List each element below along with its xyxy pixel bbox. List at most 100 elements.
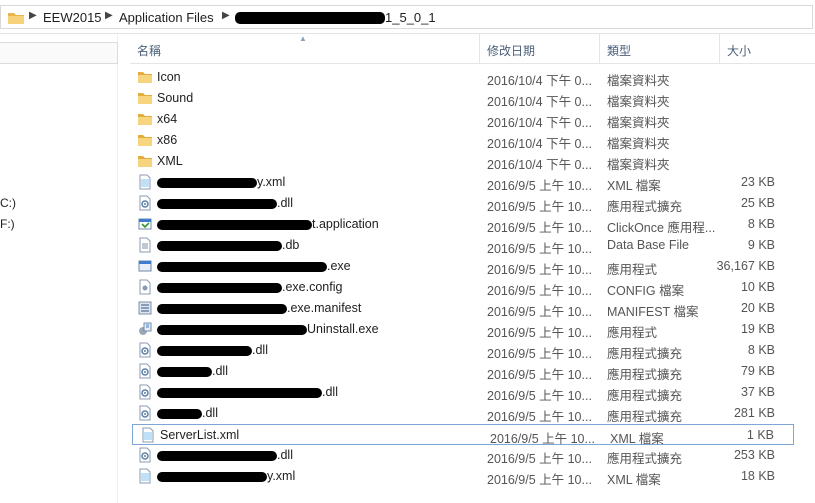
folder-row[interactable]: Sound 2016/10/4 下午 0... 檔案資料夾	[130, 88, 795, 109]
application-manifest-icon	[137, 216, 153, 232]
file-name: .dll	[277, 196, 293, 210]
file-row[interactable]: t.application 2016/9/5 上午 10... ClickOnce …	[130, 214, 795, 235]
file-type: CONFIG 檔案	[607, 284, 685, 298]
nav-item-drive-f[interactable]: F:)	[0, 217, 15, 231]
file-size: 36,167 KB	[716, 259, 775, 273]
xml-file-icon	[140, 427, 156, 443]
file-modified-date: 2016/9/5 上午 10...	[487, 452, 592, 466]
file-type: 應用程式擴充	[607, 452, 683, 466]
folder-row[interactable]: XML 2016/10/4 下午 0... 檔案資料夾	[130, 151, 795, 172]
file-size: 8 KB	[747, 343, 775, 357]
folder-row[interactable]: Icon 2016/10/4 下午 0... 檔案資料夾	[130, 67, 795, 88]
file-size: 19 KB	[740, 322, 775, 336]
redaction	[157, 178, 257, 188]
file-type: XML 檔案	[607, 473, 661, 487]
folder-row[interactable]: x64 2016/10/4 下午 0... 檔案資料夾	[130, 109, 795, 130]
nav-item-drive-c[interactable]: C:)	[0, 196, 16, 210]
file-size: 25 KB	[740, 196, 775, 210]
file-name: .db	[282, 238, 300, 252]
file-name: Uninstall.exe	[307, 322, 379, 336]
file-size: 253 KB	[733, 448, 775, 462]
file-type: 應用程式擴充	[607, 410, 683, 424]
redaction	[157, 241, 282, 251]
dll-file-icon	[137, 384, 153, 400]
file-name: .exe.manifest	[287, 301, 362, 315]
file-type: MANIFEST 檔案	[607, 305, 699, 319]
redaction	[157, 409, 202, 419]
file-size: 8 KB	[747, 217, 775, 231]
column-divider[interactable]	[719, 34, 720, 64]
dll-file-icon	[137, 447, 153, 463]
file-row[interactable]: Uninstall.exe 2016/9/5 上午 10... 應用程式 19 KB	[130, 319, 795, 340]
file-modified-date: 2016/9/5 上午 10...	[487, 410, 592, 424]
file-name: ServerList.xml	[160, 428, 240, 442]
column-divider[interactable]	[599, 34, 600, 64]
file-modified-date: 2016/10/4 下午 0...	[487, 116, 592, 130]
file-name: x86	[157, 133, 178, 147]
dll-file-icon	[137, 195, 153, 211]
column-header-name[interactable]: 名稱	[137, 42, 161, 59]
xml-file-icon	[137, 174, 153, 190]
file-row[interactable]: .dll 2016/9/5 上午 10... 應用程式擴充 25 KB	[130, 193, 795, 214]
folder-icon	[137, 132, 153, 148]
file-modified-date: 2016/9/5 上午 10...	[487, 263, 592, 277]
breadcrumb-item-eew2015[interactable]: EEW2015	[43, 10, 102, 25]
file-row[interactable]: .exe 2016/9/5 上午 10... 應用程式 36,167 KB	[130, 256, 795, 277]
file-row[interactable]: y.xml 2016/9/5 上午 10... XML 檔案 23 KB	[130, 172, 795, 193]
chevron-right-icon[interactable]: ▶	[29, 10, 37, 21]
chevron-right-icon[interactable]: ▶	[222, 10, 230, 21]
file-row[interactable]: ServerList.xml 2016/9/5 上午 10... XML 檔案 1 K…	[132, 424, 794, 446]
file-size: 10 KB	[740, 280, 775, 294]
file-row[interactable]: .dll 2016/9/5 上午 10... 應用程式擴充 281 KB	[130, 403, 795, 424]
file-type: 應用程式	[607, 263, 658, 277]
folder-row[interactable]: x86 2016/10/4 下午 0... 檔案資料夾	[130, 130, 795, 151]
redaction	[157, 472, 267, 482]
file-name: .exe	[327, 259, 351, 273]
file-row[interactable]: .exe.manifest 2016/9/5 上午 10... MANIFEST 檔…	[130, 298, 795, 319]
file-type: 檔案資料夾	[607, 95, 670, 109]
folder-icon	[137, 111, 153, 127]
file-modified-date: 2016/9/5 上午 10...	[487, 368, 592, 382]
file-row[interactable]: .dll 2016/9/5 上午 10... 應用程式擴充 8 KB	[130, 340, 795, 361]
file-type: 應用程式	[607, 326, 658, 340]
exe-file-icon	[137, 258, 153, 274]
file-row[interactable]: .dll 2016/9/5 上午 10... 應用程式擴充 37 KB	[130, 382, 795, 403]
column-header-size[interactable]: 大小	[727, 42, 751, 59]
file-row[interactable]: y.xml 2016/9/5 上午 10... XML 檔案 18 KB	[130, 466, 795, 487]
chevron-right-icon[interactable]: ▶	[105, 10, 113, 21]
navigation-pane: C:) F:)	[0, 34, 118, 503]
file-modified-date: 2016/9/5 上午 10...	[487, 221, 592, 235]
file-name: .dll	[252, 343, 268, 357]
file-row[interactable]: .db 2016/9/5 上午 10... Data Base File 9 KB	[130, 235, 795, 256]
column-headers: ▲ 名稱 修改日期 類型 大小	[130, 34, 815, 64]
breadcrumb[interactable]: ▶ EEW2015 ▶ Application Files ▶ 1_5_0_1	[0, 5, 813, 29]
file-modified-date: 2016/10/4 下午 0...	[487, 137, 592, 151]
file-modified-date: 2016/9/5 上午 10...	[487, 179, 592, 193]
column-divider[interactable]	[479, 34, 480, 64]
file-size: 18 KB	[740, 469, 775, 483]
column-header-type[interactable]: 類型	[607, 42, 631, 59]
folder-icon	[8, 13, 24, 24]
uninstall-exe-icon	[137, 321, 153, 337]
redaction	[157, 346, 252, 356]
file-type: 應用程式擴充	[607, 368, 683, 382]
breadcrumb-item-current-folder[interactable]: 1_5_0_1	[385, 10, 436, 25]
nav-search-box[interactable]	[0, 42, 118, 64]
redaction	[157, 283, 282, 293]
file-name: .dll	[322, 385, 338, 399]
file-type: 應用程式擴充	[607, 347, 683, 361]
file-size: 23 KB	[740, 175, 775, 189]
column-header-date[interactable]: 修改日期	[487, 42, 535, 59]
file-modified-date: 2016/9/5 上午 10...	[487, 389, 592, 403]
file-size: 79 KB	[740, 364, 775, 378]
file-row[interactable]: .dll 2016/9/5 上午 10... 應用程式擴充 79 KB	[130, 361, 795, 382]
file-type: 檔案資料夾	[607, 74, 670, 88]
breadcrumb-item-application-files[interactable]: Application Files	[119, 10, 214, 25]
file-modified-date: 2016/10/4 下午 0...	[487, 95, 592, 109]
file-name: .dll	[212, 364, 228, 378]
file-type: 檔案資料夾	[607, 137, 670, 151]
file-type: ClickOnce 應用程...	[607, 221, 716, 235]
file-row[interactable]: .dll 2016/9/5 上午 10... 應用程式擴充 253 KB	[130, 445, 795, 466]
file-row[interactable]: .exe.config 2016/9/5 上午 10... CONFIG 檔案 10 …	[130, 277, 795, 298]
redaction	[157, 325, 307, 335]
